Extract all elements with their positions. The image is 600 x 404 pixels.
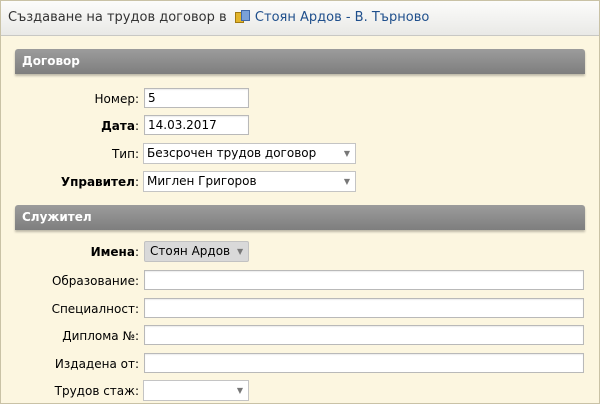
number-input[interactable]: 5	[144, 88, 249, 108]
education-row: Образование:	[1, 270, 600, 292]
diploma-input[interactable]	[144, 325, 584, 345]
form-window: Създаване на трудов договор в Стоян Ардо…	[0, 0, 600, 404]
diploma-label: Диплома №:	[62, 329, 139, 343]
seniority-label: Трудов стаж:	[54, 384, 139, 398]
specialty-label: Специалност:	[51, 302, 139, 316]
name-row: Имена: Стоян Ардов ▼	[1, 241, 600, 263]
issued-by-label: Издадена от:	[54, 357, 139, 371]
education-label: Образование:	[51, 274, 139, 288]
manager-select[interactable]: Миглен Григоров ▼	[143, 171, 356, 192]
type-row: Тип: Безсрочен трудов договор ▼	[1, 143, 600, 165]
type-select[interactable]: Безсрочен трудов договор ▼	[143, 143, 356, 164]
chevron-down-icon: ▼	[343, 177, 350, 186]
diploma-row: Диплома №:	[1, 325, 600, 347]
date-row: Дата: 14.03.2017	[1, 115, 600, 137]
manager-select-value: Миглен Григоров	[147, 174, 257, 188]
number-row: Номер: 5	[1, 88, 600, 110]
name-select[interactable]: Стоян Ардов ▼	[144, 241, 250, 262]
manager-label: Управител:	[60, 175, 139, 189]
name-select-value: Стоян Ардов	[150, 244, 231, 258]
name-label: Имена:	[90, 245, 139, 259]
section-employee-title: Служител	[22, 210, 92, 224]
specialty-row: Специалност:	[1, 298, 600, 320]
chevron-down-icon: ▼	[236, 386, 243, 395]
chevron-down-icon: ▼	[236, 247, 244, 256]
manager-row: Управител: Миглен Григоров ▼	[1, 171, 600, 193]
type-select-value: Безсрочен трудов договор	[147, 146, 317, 160]
date-label: Дата:	[101, 119, 139, 133]
issued-by-input[interactable]	[144, 353, 584, 373]
chevron-down-icon: ▼	[343, 149, 350, 158]
section-contract-title: Договор	[22, 54, 80, 68]
section-employee-header: Служител	[15, 205, 585, 230]
company-link[interactable]: Стоян Ардов - В. Търново	[255, 10, 429, 25]
section-contract-header: Договор	[15, 49, 585, 74]
specialty-input[interactable]	[144, 298, 584, 318]
education-input[interactable]	[144, 270, 584, 290]
type-label: Тип:	[111, 147, 139, 161]
number-label: Номер:	[94, 92, 139, 106]
company-icon	[234, 10, 250, 23]
date-input[interactable]: 14.03.2017	[144, 115, 249, 135]
issued-by-row: Издадена от:	[1, 353, 600, 375]
seniority-select[interactable]: ▼	[143, 380, 249, 401]
title-text: Създаване на трудов договор в	[8, 10, 227, 25]
window-title: Създаване на трудов договор в Стоян Ардо…	[1, 1, 599, 36]
seniority-row: Трудов стаж: ▼	[1, 380, 600, 402]
